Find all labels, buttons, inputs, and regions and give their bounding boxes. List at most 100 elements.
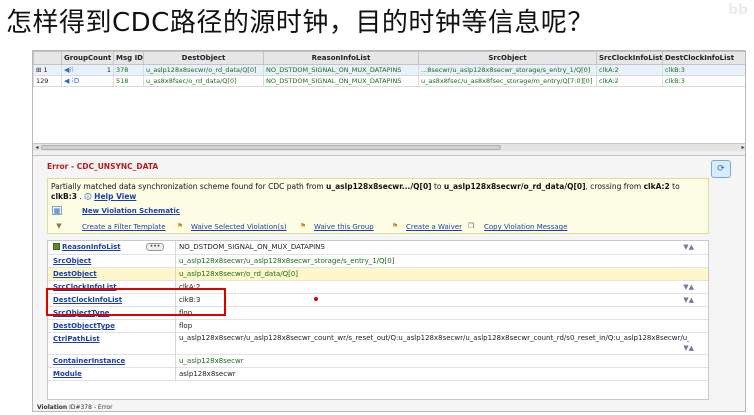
watermark-logo: bb bbox=[727, 2, 748, 18]
row-groupcount: ◀⁝⁝ 1 bbox=[61, 64, 114, 76]
property-value: NO_DSTDOM_SIGNAL_ON_MUX_DATAPINS bbox=[179, 243, 325, 251]
property-row[interactable]: Module aslp128x8secwr bbox=[48, 368, 708, 381]
row-src: ...8secwr/u_aslp128x8secwr_storage/s_ent… bbox=[418, 64, 597, 76]
expand-arrow-icon[interactable]: ◀⁝⁝ bbox=[64, 66, 74, 74]
violation-grid: GroupCount Msg ID DestObject ReasonInfoL… bbox=[33, 51, 745, 152]
grid-header-destobject[interactable]: DestObject bbox=[143, 51, 264, 65]
property-value: clkB:3 bbox=[179, 296, 201, 304]
scroll-left-icon[interactable]: ◂ bbox=[33, 144, 41, 152]
waive-group-icon: ⚑ bbox=[299, 222, 307, 230]
row-dest-clock: clkB:3 bbox=[662, 75, 745, 87]
error-message: Partially matched data synchronization s… bbox=[51, 182, 707, 202]
row-msgid: 518 bbox=[113, 75, 144, 87]
row-reason: NO_DSTDOM_SIGNAL_ON_MUX_DATAPINS bbox=[263, 64, 419, 76]
slide-title: 怎样得到CDC路径的源时钟，目的时钟等信息呢？ bbox=[6, 8, 594, 38]
table-row[interactable]: ⊞ 1 ◀⁝⁝ 1 378 u_aslp128x8secwr/o_rd_data… bbox=[33, 64, 745, 76]
msg-dst-path: u_aslp128x8secwr/o_rd_data/Q[0] bbox=[443, 182, 586, 191]
msg-text: . bbox=[76, 192, 82, 201]
slide: { "slide": { "title": "怎样得到CDC路径的源时钟，目的时… bbox=[0, 0, 754, 415]
property-row[interactable]: SrcObject u_aslp128x8secwr/u_aslp128x8se… bbox=[48, 255, 708, 268]
error-code: CDC_UNSYNC_DATA bbox=[76, 162, 159, 171]
scrollbar-thumb[interactable] bbox=[41, 145, 501, 150]
property-value: u_aslp128x8secwr/u_aslp128x8secwr_count_… bbox=[179, 334, 689, 342]
grid-header-reasoninfolist[interactable]: ReasonInfoList bbox=[263, 51, 419, 65]
property-value: clkA:2 bbox=[179, 283, 201, 291]
row-src-clock: clkA:2 bbox=[596, 64, 663, 76]
property-row[interactable]: ReasonInfoList ••• NO_DSTDOM_SIGNAL_ON_M… bbox=[48, 241, 708, 255]
footer-label: Violation bbox=[37, 404, 68, 411]
property-value[interactable]: u_aslp128x8secwr/o_rd_data/Q[0] bbox=[179, 268, 669, 281]
scroll-right-icon[interactable]: ▸ bbox=[739, 144, 745, 152]
table-row[interactable]: 129 ◀ ⁝D 518 u_as8x8fsec/o_rd_data/Q[0] … bbox=[33, 75, 745, 87]
property-row[interactable]: CtrlPathList u_aslp128x8secwr/u_aslp128x… bbox=[48, 333, 708, 355]
msg-from-clock: clkA:2 bbox=[643, 182, 670, 191]
property-key[interactable]: DestObject bbox=[48, 268, 176, 281]
waive-selected-link[interactable]: Waive Selected Violation(s) bbox=[191, 223, 287, 231]
sort-icon[interactable]: ▼▲ bbox=[683, 296, 694, 304]
waive-icon: ⚑ bbox=[176, 222, 184, 230]
help-icon: 🛈 bbox=[84, 192, 92, 201]
waiver-icon: ⚑ bbox=[391, 222, 399, 230]
row-index: ⊞ 1 bbox=[33, 64, 62, 76]
row-dest: u_as8x8fsec/o_rd_data/Q[0] bbox=[143, 75, 264, 87]
copy-icon: ❐ bbox=[467, 222, 475, 230]
violation-detail-panel: Error - CDC_UNSYNC_DATA ⟳ Partially matc… bbox=[33, 155, 745, 411]
expand-icon[interactable]: ⊞ bbox=[36, 66, 41, 74]
grid-header-srcobject[interactable]: SrcObject bbox=[418, 51, 597, 65]
sort-icon[interactable]: ▼▲ bbox=[683, 283, 694, 291]
property-key[interactable]: CtrlPathList bbox=[48, 333, 176, 355]
row-index: 129 bbox=[33, 75, 62, 87]
property-key[interactable]: Module bbox=[48, 368, 176, 381]
row-src: u_as8x8fsec/u_as8x8fsec_storage/m_entry/… bbox=[418, 75, 597, 87]
grid-header-groupcount[interactable]: GroupCount bbox=[61, 51, 114, 65]
msg-text: to bbox=[669, 182, 680, 191]
property-value: flop bbox=[179, 309, 193, 317]
error-label: Error - bbox=[47, 162, 77, 171]
property-key-label: ReasonInfoList bbox=[62, 243, 121, 251]
property-row[interactable]: ContainerInstance u_aslp128x8secwr bbox=[48, 355, 708, 368]
property-value[interactable]: u_aslp128x8secwr/u_aslp128x8secwr_storag… bbox=[179, 255, 669, 268]
row-dest: u_aslp128x8secwr/o_rd_data/Q[0] bbox=[143, 64, 264, 76]
horizontal-scrollbar[interactable]: ◂ ▸ bbox=[33, 143, 745, 152]
property-row[interactable]: DestObjectType flop bbox=[48, 320, 708, 333]
sort-icon[interactable]: ▼▲ bbox=[683, 243, 694, 251]
grid-header-srcclockinfolist[interactable]: SrcClockInfoList bbox=[596, 51, 663, 65]
row-msgid: 378 bbox=[113, 64, 144, 76]
error-title: Error - CDC_UNSYNC_DATA bbox=[47, 162, 158, 171]
status-footer: Violation ID#378 - Error bbox=[37, 404, 113, 411]
new-violation-schematic-link[interactable]: New Violation Schematic bbox=[82, 207, 180, 215]
row-groupcount: ◀ ⁝D bbox=[61, 75, 114, 87]
sort-icon[interactable]: ▼▲ bbox=[683, 344, 694, 352]
tool-window: GroupCount Msg ID DestObject ReasonInfoL… bbox=[32, 50, 746, 412]
refresh-icon[interactable]: ⟳ bbox=[711, 160, 731, 178]
row-dest-clock: clkB:3 bbox=[662, 64, 745, 76]
grid-header-index bbox=[33, 51, 62, 65]
property-table: ReasonInfoList ••• NO_DSTDOM_SIGNAL_ON_M… bbox=[47, 240, 709, 400]
property-value[interactable]: u_aslp128x8secwr bbox=[179, 355, 669, 368]
footer-detail: ID#378 - Error bbox=[69, 404, 113, 411]
waive-group-link[interactable]: Waive this Group bbox=[314, 223, 374, 231]
grid-header-msgid[interactable]: Msg ID bbox=[113, 51, 144, 65]
schematic-icon: ▦ bbox=[52, 206, 62, 215]
property-row[interactable]: DestObject u_aslp128x8secwr/o_rd_data/Q[… bbox=[48, 268, 708, 281]
property-key[interactable]: ContainerInstance bbox=[48, 355, 176, 368]
highlight-box bbox=[46, 288, 226, 316]
grid-header-destclockinfolist[interactable]: DestClockInfoList bbox=[662, 51, 745, 65]
copy-violation-message-link[interactable]: Copy Violation Message bbox=[484, 223, 567, 231]
create-filter-template-link[interactable]: Create a Filter Template bbox=[82, 223, 166, 231]
property-value: aslp128x8secwr bbox=[179, 370, 236, 378]
property-value: flop bbox=[179, 322, 193, 330]
row-reason: NO_DSTDOM_SIGNAL_ON_MUX_DATAPINS bbox=[263, 75, 419, 87]
error-message-box: Partially matched data synchronization s… bbox=[47, 178, 709, 234]
property-key[interactable]: DestObjectType bbox=[48, 320, 176, 333]
create-waiver-link[interactable]: Create a Waiver bbox=[406, 223, 462, 231]
more-button[interactable]: ••• bbox=[146, 243, 164, 251]
msg-to-clock: clkB:3 bbox=[51, 192, 77, 201]
property-key[interactable]: SrcObject bbox=[48, 255, 176, 268]
help-view-link[interactable]: Help View bbox=[94, 192, 136, 201]
row-count: 1 bbox=[106, 66, 111, 74]
expand-arrow-icon[interactable]: ◀ ⁝D bbox=[64, 77, 79, 85]
checkbox-icon[interactable] bbox=[53, 243, 60, 250]
cursor-dot bbox=[314, 297, 318, 301]
msg-text: Partially matched data synchronization s… bbox=[51, 182, 327, 191]
